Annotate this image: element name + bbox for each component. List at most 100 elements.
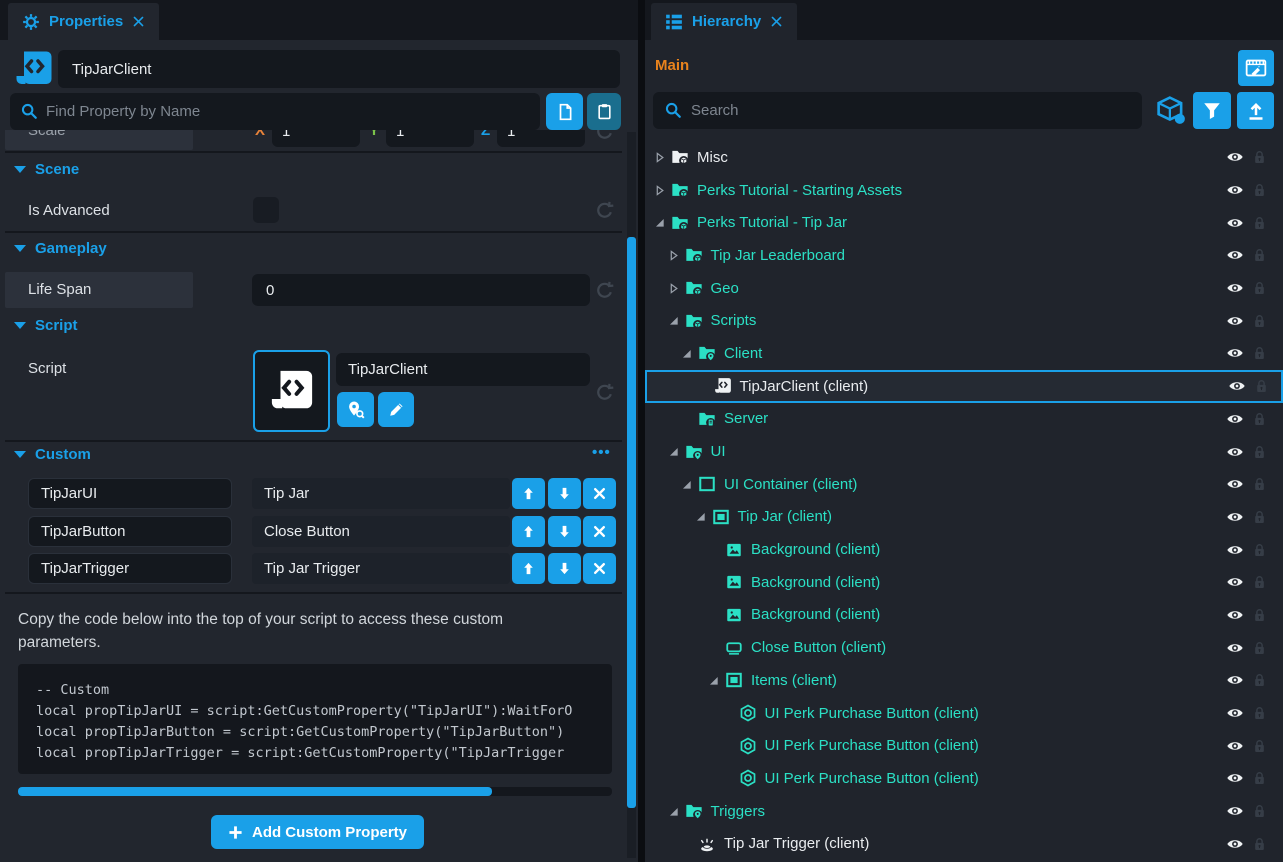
visibility-eye-icon[interactable]: [1226, 279, 1244, 297]
lock-icon[interactable]: [1252, 411, 1267, 426]
hierarchy-search-input[interactable]: [653, 92, 1142, 129]
custom-code-block[interactable]: -- Custom local propTipJarUI = script:Ge…: [18, 664, 612, 774]
tree-row[interactable]: TipJarClient (client): [645, 370, 1283, 403]
tree-row[interactable]: Client: [645, 337, 1283, 370]
collapse-arrow-icon[interactable]: [680, 478, 693, 491]
lock-icon[interactable]: [1252, 477, 1267, 492]
scale-x-input[interactable]: [272, 130, 360, 147]
move-up-button[interactable]: [512, 516, 545, 547]
tree-row[interactable]: Triggers: [645, 795, 1283, 828]
move-up-button[interactable]: [512, 553, 545, 584]
collapse-arrow-icon[interactable]: [694, 510, 707, 523]
tree-row[interactable]: Tip Jar (client): [645, 501, 1283, 534]
reset-scale-button[interactable]: [594, 130, 615, 142]
copy-properties-button[interactable]: [546, 93, 583, 130]
move-down-button[interactable]: [548, 553, 581, 584]
tree-row[interactable]: Tip Jar Leaderboard: [645, 239, 1283, 272]
lock-icon[interactable]: [1252, 706, 1267, 721]
close-icon[interactable]: [770, 15, 783, 28]
tree-row[interactable]: Perks Tutorial - Tip Jar: [645, 206, 1283, 239]
visibility-eye-icon[interactable]: [1226, 671, 1244, 689]
custom-property-value[interactable]: Close Button: [252, 516, 510, 547]
is-advanced-checkbox[interactable]: [253, 197, 279, 223]
lock-icon[interactable]: [1252, 804, 1267, 819]
lock-icon[interactable]: [1252, 607, 1267, 622]
expand-arrow-icon[interactable]: [653, 184, 666, 197]
tree-row[interactable]: Tip Jar Trigger (client): [645, 827, 1283, 860]
object-name-input[interactable]: [58, 50, 620, 88]
script-asset-slot[interactable]: [253, 350, 330, 432]
add-custom-property-button[interactable]: Add Custom Property: [211, 815, 424, 849]
tree-row[interactable]: Items (client): [645, 664, 1283, 697]
remove-button[interactable]: [583, 478, 616, 509]
lock-icon[interactable]: [1252, 836, 1267, 851]
lock-icon[interactable]: [1252, 313, 1267, 328]
tree-row[interactable]: Background (client): [645, 599, 1283, 632]
tree-row[interactable]: Perks Tutorial - Starting Assets: [645, 174, 1283, 207]
lock-icon[interactable]: [1252, 346, 1267, 361]
visibility-eye-icon[interactable]: [1226, 148, 1244, 166]
visibility-eye-icon[interactable]: [1226, 802, 1244, 820]
collapse-arrow-icon[interactable]: [667, 445, 680, 458]
tree-row[interactable]: Server: [645, 403, 1283, 436]
collapse-arrow-icon[interactable]: [667, 805, 680, 818]
custom-menu-button[interactable]: •••: [592, 444, 611, 461]
visibility-eye-icon[interactable]: [1226, 246, 1244, 264]
visibility-eye-icon[interactable]: [1226, 606, 1244, 624]
expand-arrow-icon[interactable]: [667, 282, 680, 295]
collapse-arrow-icon[interactable]: [707, 674, 720, 687]
section-scene[interactable]: Scene: [14, 161, 79, 178]
reset-script-button[interactable]: [594, 382, 615, 403]
lock-icon[interactable]: [1252, 575, 1267, 590]
scrollbar-thumb[interactable]: [627, 237, 636, 808]
close-icon[interactable]: [132, 15, 145, 28]
tree-row[interactable]: Scripts: [645, 304, 1283, 337]
tree-row[interactable]: Background (client): [645, 566, 1283, 599]
script-name-field[interactable]: TipJarClient: [336, 353, 590, 386]
cinematic-button[interactable]: [1238, 50, 1274, 86]
visibility-eye-icon[interactable]: [1226, 214, 1244, 232]
expand-arrow-icon[interactable]: [667, 249, 680, 262]
visibility-eye-icon[interactable]: [1226, 573, 1244, 591]
move-down-button[interactable]: [548, 478, 581, 509]
tree-row[interactable]: Close Button (client): [645, 631, 1283, 664]
visibility-eye-icon[interactable]: [1226, 475, 1244, 493]
tree-row[interactable]: Background (client): [645, 533, 1283, 566]
custom-property-name-input[interactable]: [28, 516, 232, 547]
lock-icon[interactable]: [1252, 738, 1267, 753]
visibility-eye-icon[interactable]: [1226, 737, 1244, 755]
lock-icon[interactable]: [1252, 542, 1267, 557]
lock-icon[interactable]: [1252, 771, 1267, 786]
move-down-button[interactable]: [548, 516, 581, 547]
visibility-eye-icon[interactable]: [1226, 835, 1244, 853]
tree-row[interactable]: UI Perk Purchase Button (client): [645, 697, 1283, 730]
visibility-eye-icon[interactable]: [1226, 312, 1244, 330]
expand-arrow-icon[interactable]: [653, 151, 666, 164]
custom-property-name-input[interactable]: [28, 553, 232, 584]
lock-icon[interactable]: [1252, 509, 1267, 524]
tree-row[interactable]: UI Container (client): [645, 468, 1283, 501]
lock-icon[interactable]: [1252, 248, 1267, 263]
custom-property-value[interactable]: Tip Jar: [252, 478, 510, 509]
filter-button[interactable]: [1193, 92, 1231, 129]
lock-icon[interactable]: [1252, 673, 1267, 688]
section-gameplay[interactable]: Gameplay: [14, 240, 107, 257]
visibility-eye-icon[interactable]: [1226, 443, 1244, 461]
visibility-eye-icon[interactable]: [1226, 508, 1244, 526]
move-up-button[interactable]: [512, 478, 545, 509]
paste-properties-button[interactable]: [587, 93, 621, 130]
reset-is-advanced-button[interactable]: [594, 200, 615, 221]
import-button[interactable]: [1237, 92, 1274, 129]
collapse-arrow-icon[interactable]: [653, 216, 666, 229]
tab-hierarchy[interactable]: Hierarchy: [651, 3, 797, 40]
scrollbar-thumb[interactable]: [18, 787, 492, 796]
lock-icon[interactable]: [1252, 640, 1267, 655]
tree-row[interactable]: Geo: [645, 272, 1283, 305]
section-custom[interactable]: Custom: [14, 446, 91, 463]
scale-y-input[interactable]: [386, 130, 474, 147]
tree-row[interactable]: UI: [645, 435, 1283, 468]
life-span-input[interactable]: [252, 274, 590, 306]
tree-row[interactable]: Misc: [645, 141, 1283, 174]
visibility-eye-icon[interactable]: [1226, 181, 1244, 199]
remove-button[interactable]: [583, 516, 616, 547]
